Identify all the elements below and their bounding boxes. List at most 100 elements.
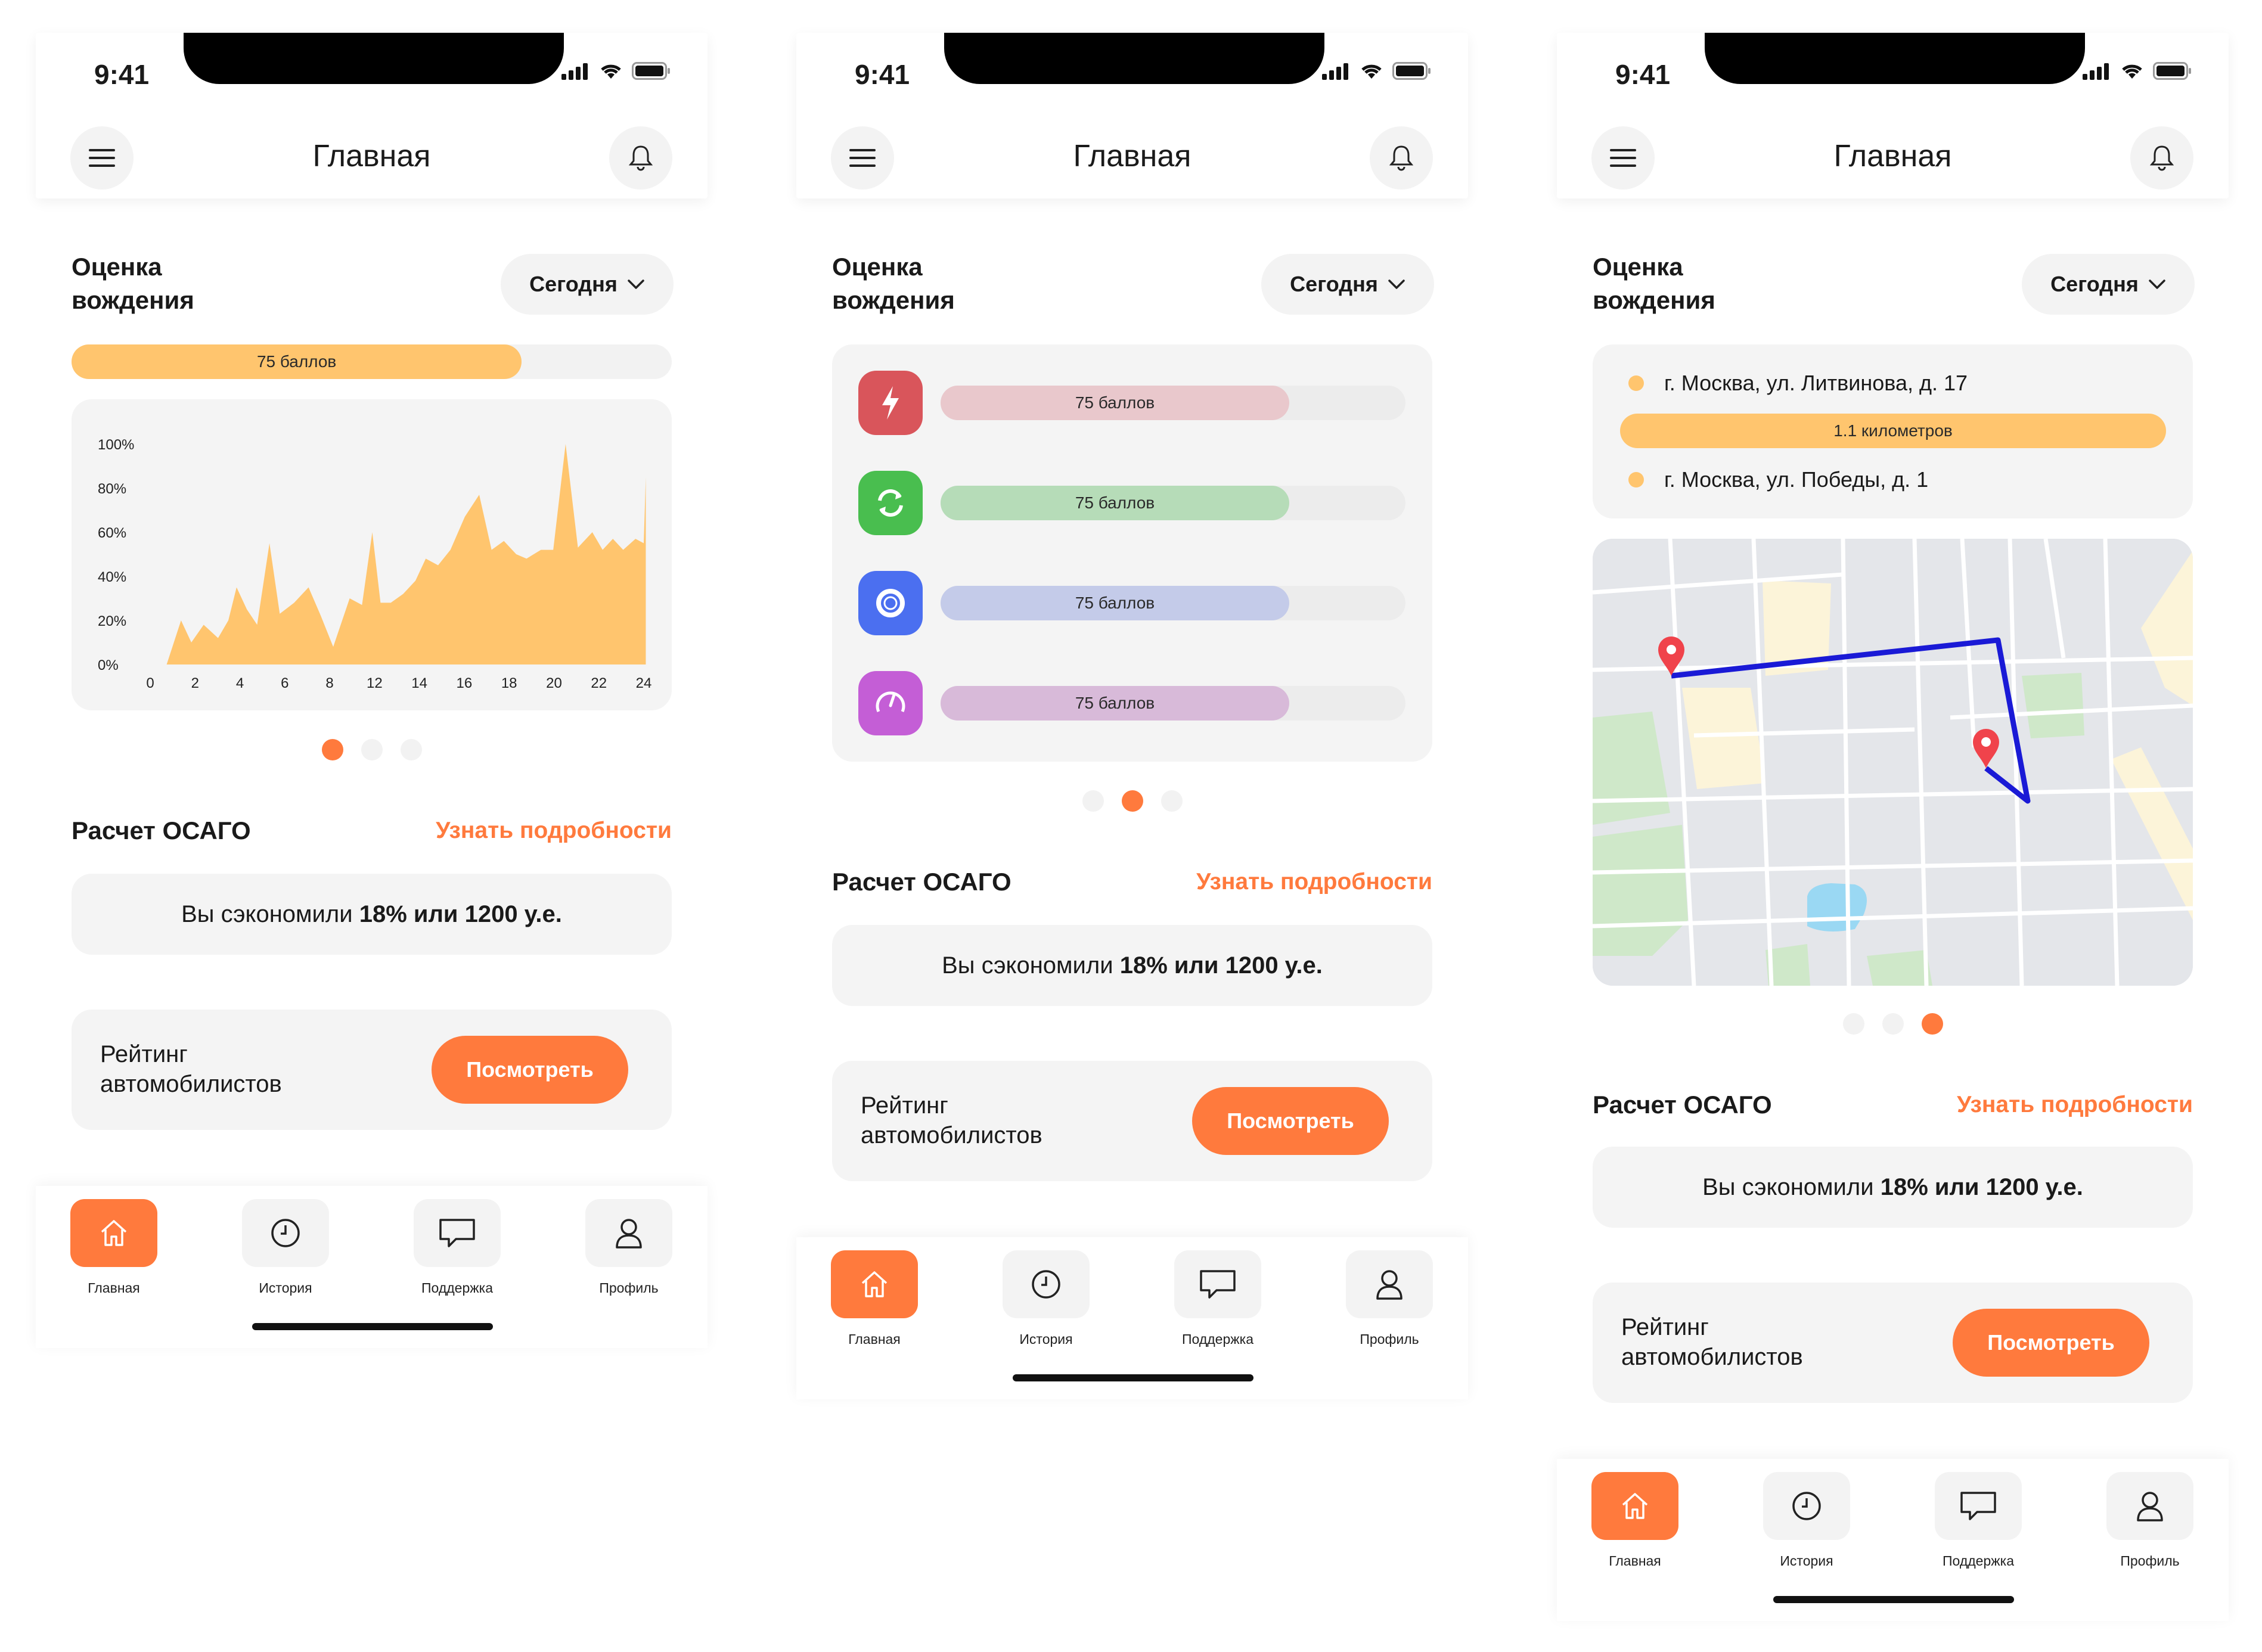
tab-label: Поддержка [421, 1280, 493, 1296]
period-dropdown[interactable]: Сегодня [1261, 254, 1434, 315]
tab-label: Профиль [599, 1280, 659, 1296]
to-bullet [1628, 472, 1644, 487]
tab-label: Профиль [2120, 1553, 2180, 1569]
x-tick-label: 24 [636, 675, 652, 691]
tab-user[interactable]: Профиль [585, 1199, 672, 1296]
period-value: Сегодня [1290, 272, 1378, 296]
tab-label: История [1780, 1553, 1833, 1569]
x-tick-label: 4 [236, 675, 244, 691]
pager-dot-3[interactable] [1161, 790, 1183, 812]
saving-value: 18% или 1200 у.е. [1119, 952, 1323, 979]
y-tick-label: 0% [98, 657, 119, 673]
pager-dot-1[interactable] [1843, 1013, 1864, 1035]
y-tick-label: 100% [98, 437, 134, 453]
driving-score-title: Оценка вождения [72, 253, 194, 314]
wifi-icon [1361, 64, 1382, 79]
pager-dots[interactable] [322, 739, 422, 760]
notifications-button[interactable] [2130, 126, 2193, 190]
stat-row: 75 баллов [858, 471, 1413, 535]
osago-title: Расчет ОСАГО [1593, 1091, 1772, 1119]
tab-clock[interactable]: История [1003, 1250, 1090, 1347]
y-tick-label: 20% [98, 613, 126, 629]
y-tick-label: 60% [98, 525, 126, 541]
chevron-down-icon [628, 280, 644, 289]
period-dropdown[interactable]: Сегодня [501, 254, 674, 315]
osago-title: Расчет ОСАГО [72, 816, 251, 844]
stat-progress: 75 баллов [941, 486, 1405, 520]
device-notch [184, 33, 564, 84]
stat-progress-fill: 75 баллов [941, 486, 1289, 520]
home-icon [831, 1250, 918, 1318]
rating-card: Рейтинг автомобилистов Посмотреть [72, 1010, 672, 1130]
status-time: 9:41 [855, 59, 910, 90]
home-indicator [1773, 1596, 2014, 1603]
route-from: г. Москва, ул. Литвинова, д. 17 [1628, 371, 1968, 396]
stat-progress: 75 баллов [941, 586, 1405, 620]
osago-details-link[interactable]: Узнать подробности [436, 818, 672, 844]
stat-progress-fill: 75 баллов [941, 686, 1289, 721]
wifi-icon [2122, 64, 2142, 79]
saving-value: 18% или 1200 у.е. [1880, 1173, 2083, 1200]
user-icon [1346, 1250, 1433, 1318]
refresh-icon [858, 471, 923, 535]
tab-clock[interactable]: История [242, 1199, 329, 1296]
pager-dot-1[interactable] [1082, 790, 1104, 812]
battery-icon [632, 62, 670, 80]
wifi-icon [601, 64, 621, 79]
device-notch [944, 33, 1324, 84]
tab-home[interactable]: Главная [831, 1250, 918, 1347]
tab-chat[interactable]: Поддержка [414, 1199, 501, 1296]
stat-progress-fill: 75 баллов [941, 586, 1289, 620]
tab-label: Профиль [1360, 1331, 1419, 1347]
osago-details-link[interactable]: Узнать подробности [1196, 869, 1432, 895]
tab-home[interactable]: Главная [70, 1199, 157, 1296]
pager-dot-3[interactable] [1922, 1013, 1943, 1035]
signal-icon [561, 63, 588, 80]
notifications-button[interactable] [609, 126, 672, 190]
pager-dot-3[interactable] [401, 739, 422, 760]
pager-dots[interactable] [1843, 1013, 1943, 1035]
x-tick-label: 2 [191, 675, 199, 691]
osago-title: Расчет ОСАГО [832, 868, 1011, 896]
osago-details-link[interactable]: Узнать подробности [1957, 1092, 2193, 1118]
rating-label: Рейтинг автомобилистов [100, 1041, 282, 1097]
pager-dot-2[interactable] [1882, 1013, 1904, 1035]
status-icons [2083, 62, 2192, 80]
saving-card: Вы сэкономили 18% или 1200 у.е. [72, 874, 672, 955]
pager-dots[interactable] [1082, 790, 1183, 812]
rating-label: Рейтинг автомобилистов [1621, 1314, 1803, 1370]
tab-clock[interactable]: История [1763, 1472, 1850, 1569]
rating-view-button[interactable]: Посмотреть [432, 1036, 628, 1104]
pager-dot-2[interactable] [361, 739, 383, 760]
tab-user[interactable]: Профиль [1346, 1250, 1433, 1347]
x-tick-label: 14 [411, 675, 427, 691]
rating-view-button[interactable]: Посмотреть [1953, 1309, 2149, 1377]
period-dropdown[interactable]: Сегодня [2022, 254, 2195, 315]
driving-score-title: Оценка вождения [832, 253, 955, 314]
route-card: г. Москва, ул. Литвинова, д. 17 1.1 кило… [1593, 344, 2193, 518]
saving-card: Вы сэкономили 18% или 1200 у.е. [1593, 1147, 2193, 1228]
pager-dot-1[interactable] [322, 739, 343, 760]
x-tick-label: 18 [501, 675, 517, 691]
stats-card: 75 баллов 75 баллов 75 баллов 75 баллов [832, 344, 1432, 762]
home-icon [1591, 1472, 1678, 1540]
chevron-down-icon [1388, 280, 1405, 289]
score-progress: 75 баллов [72, 344, 672, 379]
user-icon [585, 1199, 672, 1267]
tab-label: История [1019, 1331, 1073, 1347]
tab-chat[interactable]: Поддержка [1174, 1250, 1261, 1347]
driving-score-title: Оценка вождения [1593, 253, 1715, 314]
saving-card: Вы сэкономили 18% или 1200 у.е. [832, 925, 1432, 1006]
route-map[interactable] [1593, 539, 2193, 986]
rating-view-button[interactable]: Посмотреть [1192, 1087, 1389, 1155]
signal-icon [2083, 63, 2109, 80]
notifications-button[interactable] [1370, 126, 1433, 190]
target-icon [858, 571, 923, 635]
x-tick-label: 8 [325, 675, 333, 691]
map-image [1593, 539, 2193, 986]
tab-home[interactable]: Главная [1591, 1472, 1678, 1569]
home-indicator [252, 1323, 493, 1330]
tab-chat[interactable]: Поддержка [1935, 1472, 2022, 1569]
tab-user[interactable]: Профиль [2106, 1472, 2193, 1569]
pager-dot-2[interactable] [1122, 790, 1143, 812]
